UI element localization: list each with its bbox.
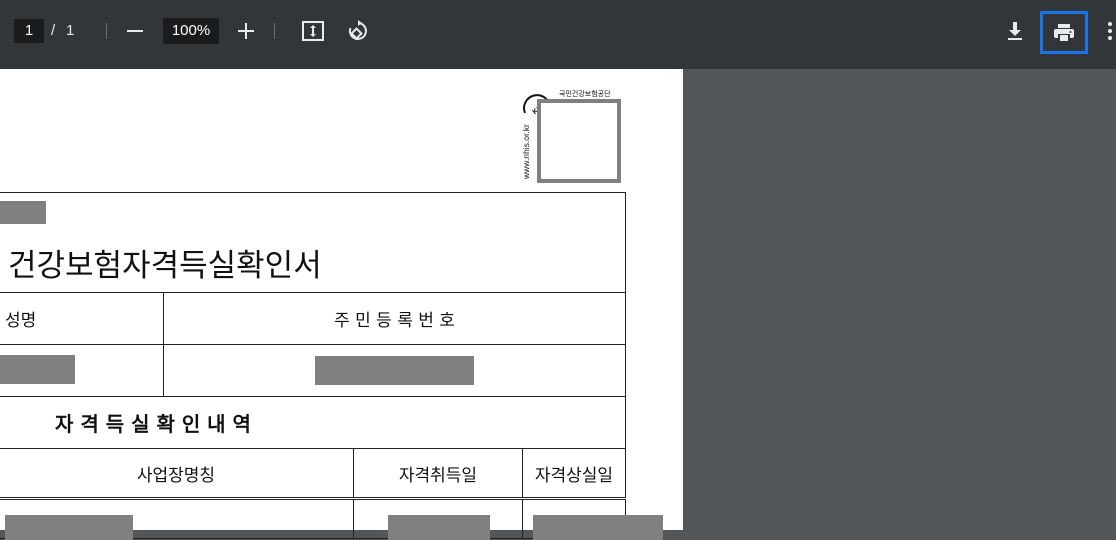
zoom-input[interactable]: 100% — [163, 18, 219, 44]
company-value — [0, 498, 354, 540]
redacted-id — [315, 356, 474, 385]
redacted-company — [5, 515, 133, 540]
minus-icon — [127, 30, 143, 32]
lost-date-value — [521, 498, 663, 540]
title-cell: 건강보험자격득실확인서 — [0, 192, 626, 293]
redacted-block — [0, 201, 46, 224]
pdf-toolbar: 1 / 1 100% — [0, 0, 1116, 69]
fit-to-page-button[interactable] — [297, 15, 329, 47]
zoom-out-button[interactable] — [119, 15, 151, 47]
stamp-box — [537, 99, 621, 183]
page-separator: / — [51, 22, 56, 39]
org-name: 국민건강보험공단 — [559, 90, 611, 98]
acquired-date-header: 자격취득일 — [352, 448, 523, 500]
pdf-page: KOR 국민건강보험공단 www.nhis.or.kr 건강보험자격득실확인서 … — [0, 69, 683, 540]
rotate-icon — [348, 20, 367, 40]
redacted-date — [387, 515, 490, 540]
toolbar-divider — [106, 23, 107, 39]
acquired-date-value — [352, 498, 523, 540]
id-number-value — [163, 344, 626, 397]
print-icon — [1054, 23, 1074, 42]
download-icon — [1008, 22, 1022, 40]
zoom-in-button[interactable] — [230, 15, 262, 47]
name-value — [0, 344, 164, 397]
toolbar-divider — [274, 23, 275, 39]
rotate-button[interactable] — [342, 15, 374, 47]
id-number-header: 주 민 등 록 번 호 — [163, 292, 626, 345]
lost-date-header: 자격상실일 — [521, 448, 627, 500]
download-button[interactable] — [999, 15, 1031, 47]
name-header: 성명 — [0, 292, 164, 345]
section-title: 자 격 득 실 확 인 내 역 — [0, 396, 626, 449]
certificate-table: 건강보험자격득실확인서 성명 주 민 등 록 번 호 자 격 득 실 확 인 내… — [0, 192, 663, 540]
page-number-input[interactable]: 1 — [14, 19, 44, 43]
redacted-date — [532, 515, 663, 540]
fit-page-icon — [302, 21, 324, 41]
print-button[interactable] — [1040, 11, 1088, 54]
company-header: 사업장명칭 — [0, 448, 354, 500]
more-icon — [1108, 22, 1112, 40]
more-options-button[interactable] — [1104, 15, 1116, 47]
nhis-url: www.nhis.or.kr — [521, 124, 531, 179]
plus-icon — [238, 23, 254, 39]
redacted-name — [0, 355, 75, 384]
document-title: 건강보험자격득실확인서 — [8, 248, 322, 284]
page-total: 1 — [66, 22, 75, 39]
